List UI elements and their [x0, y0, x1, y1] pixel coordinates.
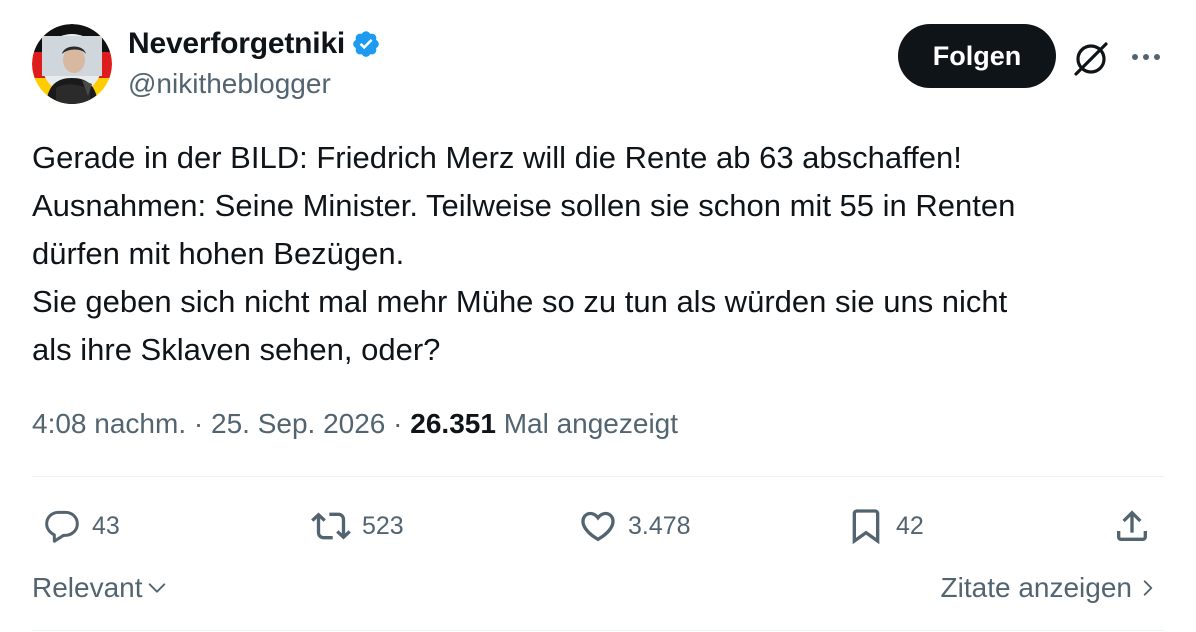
reply-sort-select[interactable]: Relevant — [32, 568, 168, 608]
tweet-text-line: dürfen mit hohen Bezügen. — [32, 236, 405, 271]
grok-icon[interactable] — [1070, 38, 1112, 80]
tweet-text-line: Sie geben sich nicht mal mehr Mühe so zu… — [32, 284, 1008, 319]
tweet-text-line: Gerade in der BILD: Friedrich Merz will … — [32, 140, 962, 175]
tweet-text: Gerade in der BILD: Friedrich Merz will … — [32, 134, 1172, 374]
tweet-date[interactable]: 25. Sep. 2026 — [211, 408, 385, 439]
tweet-text-line: als ihre Sklaven sehen, oder? — [32, 332, 441, 367]
follow-button[interactable]: Folgen — [898, 24, 1056, 88]
retweet-count: 523 — [362, 512, 404, 540]
user-avatar-photo — [32, 24, 112, 104]
tweet-text-line: Ausnahmen: Seine Minister. Teilweise sol… — [32, 188, 1016, 223]
reply-count: 43 — [92, 512, 120, 540]
chevron-down-icon — [146, 577, 168, 599]
bookmark-button[interactable]: 42 — [846, 504, 924, 548]
retweet-icon — [310, 506, 352, 546]
view-quotes-link[interactable]: Zitate anzeigen — [941, 568, 1158, 608]
author-handle[interactable]: @nikitheblogger — [128, 66, 331, 102]
quotes-label: Zitate anzeigen — [940, 572, 1132, 603]
tweet-time[interactable]: 4:08 nachm. — [32, 408, 186, 439]
share-button[interactable] — [1112, 504, 1152, 548]
avatar[interactable] — [32, 24, 112, 104]
verified-badge-icon — [351, 28, 383, 60]
views-count: 26.351 — [410, 408, 496, 439]
chevron-right-icon — [1138, 577, 1158, 599]
divider — [32, 630, 1164, 631]
divider — [32, 476, 1164, 477]
author-name-row[interactable]: Neverforgetniki — [128, 24, 383, 64]
sort-label: Relevant — [32, 572, 143, 603]
reply-icon — [42, 506, 82, 546]
retweet-button[interactable]: 523 — [310, 504, 404, 548]
like-button[interactable]: 3.478 — [578, 504, 691, 548]
tweet-meta: 4:08 nachm. · 25. Sep. 2026 · 26.351 Mal… — [32, 404, 678, 444]
author-display-name[interactable]: Neverforgetniki — [128, 24, 345, 64]
heart-icon — [578, 506, 618, 546]
meta-separator: · — [393, 408, 403, 439]
reply-button[interactable]: 43 — [42, 504, 120, 548]
like-count: 3.478 — [628, 512, 691, 540]
more-horizontal-icon[interactable] — [1128, 42, 1164, 72]
bookmark-count: 42 — [896, 512, 924, 540]
views-label: Mal angezeigt — [503, 408, 679, 439]
meta-separator: · — [193, 408, 204, 439]
share-icon — [1112, 506, 1152, 546]
bookmark-icon — [846, 506, 886, 546]
